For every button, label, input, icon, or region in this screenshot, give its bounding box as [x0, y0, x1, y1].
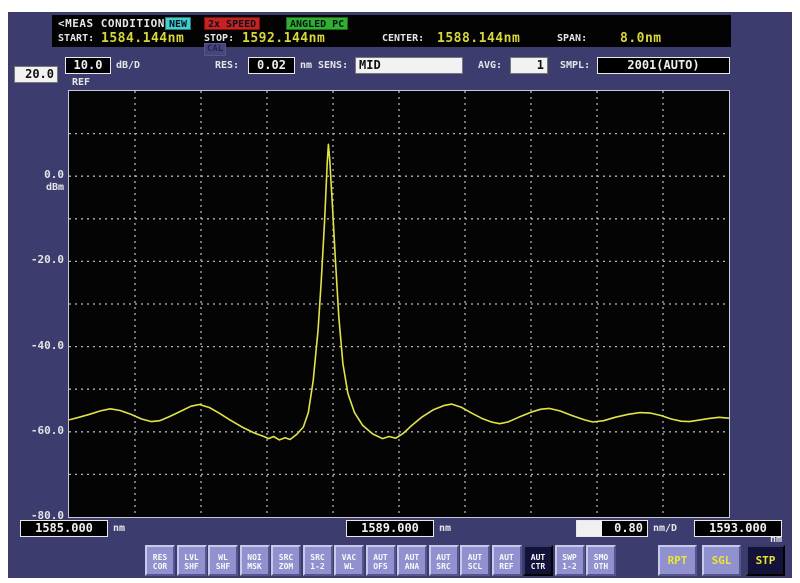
- softkey-src-1-2[interactable]: SRC1-2: [303, 545, 333, 576]
- runkey-stp[interactable]: STP: [746, 545, 785, 576]
- y-axis-label: -60.0: [8, 424, 64, 437]
- res-label: RES:: [215, 60, 239, 71]
- y-axis-unit: dBm: [8, 182, 64, 193]
- smpl-label: SMPL:: [560, 60, 590, 71]
- y-axis-label: 0.0: [8, 168, 64, 181]
- sens-value[interactable]: MID: [355, 57, 463, 74]
- center-value: 1588.144nm: [437, 31, 520, 46]
- x-axis-center-unit: nm: [439, 523, 451, 534]
- meas-condition-title: <MEAS CONDITION>: [58, 17, 172, 30]
- softkey-aut-ana[interactable]: AUTANA: [397, 545, 427, 576]
- status-badge-new: NEW: [165, 17, 191, 30]
- cal-indicator: CAL: [204, 43, 226, 56]
- sens-label: SENS:: [318, 60, 348, 71]
- ref-text: REF: [72, 77, 90, 88]
- y-axis-label: -20.0: [8, 253, 64, 266]
- spectrum-chart: [69, 91, 729, 517]
- meas-condition-bar: <MEAS CONDITION> NEW 2x SPEED ANGLED PC …: [52, 15, 731, 47]
- center-label: CENTER:: [382, 33, 424, 44]
- softkey-aut-scl[interactable]: AUTSCL: [460, 545, 490, 576]
- scale-per-div-unit: dB/D: [116, 60, 140, 71]
- softkey-aut-ref[interactable]: AUTREF: [492, 545, 522, 576]
- span-label: SPAN:: [557, 33, 587, 44]
- softkey-aut-ctr[interactable]: AUTCTR: [523, 545, 553, 576]
- x-axis-center-value[interactable]: 1589.000: [346, 520, 434, 537]
- res-value[interactable]: 0.02: [248, 57, 295, 74]
- scale-per-div-value[interactable]: 10.0: [65, 57, 111, 74]
- softkey-aut-src[interactable]: AUTSRC: [429, 545, 459, 576]
- start-value: 1584.144nm: [101, 31, 184, 46]
- softkey-lvl-shf[interactable]: LVLSHF: [177, 545, 207, 576]
- osa-screen: <MEAS CONDITION> NEW 2x SPEED ANGLED PC …: [8, 12, 792, 578]
- span-value: 8.0nm: [620, 31, 662, 46]
- y-axis-label: -40.0: [8, 339, 64, 352]
- res-unit: nm: [300, 60, 312, 71]
- status-badge-2x-speed: 2x SPEED: [204, 17, 260, 30]
- runkey-sgl[interactable]: SGL: [702, 545, 741, 576]
- x-axis-left-value[interactable]: 1585.000: [20, 520, 108, 537]
- stop-value: 1592.144nm: [242, 31, 325, 46]
- avg-value[interactable]: 1: [510, 57, 548, 74]
- x-scale-per-div-unit: nm/D: [653, 523, 677, 534]
- softkey-aut-ofs[interactable]: AUTOFS: [366, 545, 396, 576]
- status-badge-angled-pc: ANGLED PC: [286, 17, 348, 30]
- start-label: START:: [58, 33, 94, 44]
- plot-area: [68, 90, 730, 518]
- x-axis-right-value[interactable]: 1593.000: [694, 520, 782, 537]
- x-axis-right-unit: nm: [770, 534, 782, 545]
- softkey-swp-1-2[interactable]: SWP1-2: [555, 545, 585, 576]
- softkey-noi-msk[interactable]: NOIMSK: [240, 545, 270, 576]
- x-axis-left-unit: nm: [113, 523, 125, 534]
- softkey-smo-oth[interactable]: SMOOTH: [586, 545, 616, 576]
- runkey-rpt[interactable]: RPT: [658, 545, 697, 576]
- softkey-wl-shf[interactable]: WLSHF: [208, 545, 238, 576]
- ref-level-value[interactable]: 20.0: [14, 66, 58, 83]
- softkey-src-zom[interactable]: SRCZOM: [271, 545, 301, 576]
- avg-label: AVG:: [478, 60, 502, 71]
- x-scale-per-div-value[interactable]: 0.80: [576, 520, 648, 537]
- softkey-res-cor[interactable]: RESCOR: [145, 545, 175, 576]
- softkey-vac-wl[interactable]: VACWL: [334, 545, 364, 576]
- smpl-value[interactable]: 2001(AUTO): [597, 57, 730, 74]
